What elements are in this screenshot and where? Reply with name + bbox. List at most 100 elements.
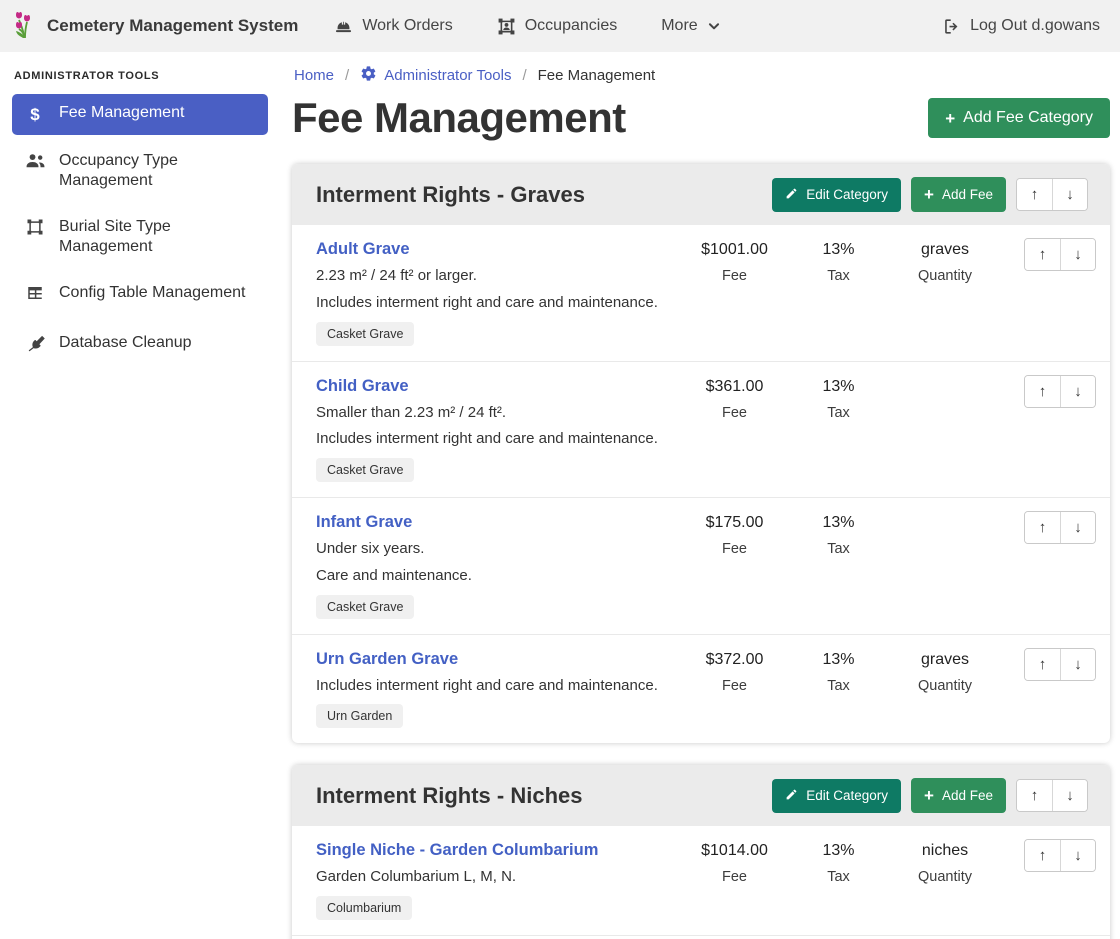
fee-type-tag: Columbarium (316, 896, 412, 920)
button-label: Edit Category (806, 788, 888, 803)
fee-descriptions: Under six years.Care and maintenance. (316, 540, 682, 586)
category-fees: Adult Grave 2.23 m² / 24 ft² or larger.I… (292, 225, 1110, 743)
move-category-down-button[interactable]: ↓ (1052, 179, 1087, 210)
sidebar-item-config-table[interactable]: Config Table Management (12, 274, 268, 317)
fee-description: Smaller than 2.23 m² / 24 ft². (316, 404, 682, 423)
fee-name-link[interactable]: Infant Grave (316, 513, 682, 532)
gear-icon (360, 65, 377, 86)
fee-quantity-column: niches Quantity (890, 839, 1000, 920)
fee-type-tag: Urn Garden (316, 704, 403, 728)
move-fee-down-button[interactable]: ↓ (1060, 649, 1095, 680)
plus-icon: + (924, 787, 934, 804)
sidebar-item-occupancy-type[interactable]: Occupancy Type Management (12, 142, 268, 201)
fee-row: Companion Niche - Garden Columbarium Gar… (292, 935, 1110, 939)
fee-quantity-value: graves (890, 651, 1000, 669)
move-fee-down-button[interactable]: ↓ (1060, 376, 1095, 407)
breadcrumb-home-link[interactable]: Home (294, 67, 334, 84)
main-content: Home / Administrator Tools / Fee Managem… (280, 52, 1120, 939)
fee-amount-label: Fee (682, 268, 787, 284)
sidebar-item-burial-site-type[interactable]: Burial Site Type Management (12, 208, 268, 267)
fee-amount-value: $372.00 (682, 651, 787, 669)
fee-reorder-controls: ↑ ↓ (1024, 648, 1096, 681)
fee-description: Includes interment right and care and ma… (316, 294, 682, 313)
broom-icon (24, 334, 46, 359)
category-header: Interment Rights - Niches Edit Category … (292, 765, 1110, 826)
fee-amount-value: $1014.00 (682, 842, 787, 860)
fee-amount-column: $175.00 Fee (682, 511, 787, 619)
logout-icon (942, 17, 961, 36)
fee-amount-label: Fee (682, 541, 787, 557)
button-label: Add Fee (942, 187, 993, 202)
fee-tax-label: Tax (787, 268, 890, 284)
move-fee-down-button[interactable]: ↓ (1060, 239, 1095, 270)
move-fee-up-button[interactable]: ↑ (1025, 512, 1060, 543)
fee-tax-value: 13% (787, 241, 890, 259)
fee-tax-value: 13% (787, 514, 890, 532)
fee-reorder-controls: ↑ ↓ (1024, 238, 1096, 271)
nav-label: Occupancies (525, 17, 618, 35)
move-category-up-button[interactable]: ↑ (1017, 179, 1052, 210)
edit-category-button[interactable]: Edit Category (772, 178, 901, 212)
add-fee-category-button[interactable]: + Add Fee Category (928, 98, 1110, 138)
fee-amount-label: Fee (682, 869, 787, 885)
add-fee-button[interactable]: + Add Fee (911, 778, 1006, 813)
sidebar-item-fee-management[interactable]: $ Fee Management (12, 94, 268, 135)
fee-amount-value: $175.00 (682, 514, 787, 532)
pencil-icon (785, 187, 798, 203)
breadcrumb-separator: / (522, 67, 526, 84)
fee-name-link[interactable]: Adult Grave (316, 240, 682, 259)
fee-amount-column: $1001.00 Fee (682, 238, 787, 346)
sidebar-item-label: Database Cleanup (59, 333, 192, 353)
app-title: Cemetery Management System (47, 16, 298, 36)
fee-type-tag: Casket Grave (316, 458, 414, 482)
fee-quantity-column: graves Quantity (890, 648, 1000, 729)
fee-category-card: Interment Rights - Niches Edit Category … (292, 765, 1110, 939)
fee-amount-value: $1001.00 (682, 241, 787, 259)
fee-tax-label: Tax (787, 678, 890, 694)
move-category-up-button[interactable]: ↑ (1017, 780, 1052, 811)
fee-tax-column: 13% Tax (787, 648, 890, 729)
plus-icon: + (945, 110, 955, 127)
move-fee-up-button[interactable]: ↑ (1025, 840, 1060, 871)
fee-descriptions: Includes interment right and care and ma… (316, 677, 682, 696)
nav-occupancies[interactable]: Occupancies (497, 17, 618, 36)
id-badge-icon (497, 17, 516, 36)
fee-tax-label: Tax (787, 541, 890, 557)
move-fee-up-button[interactable]: ↑ (1025, 649, 1060, 680)
category-reorder-controls: ↑ ↓ (1016, 178, 1088, 211)
edit-category-button[interactable]: Edit Category (772, 779, 901, 813)
fee-row: Child Grave Smaller than 2.23 m² / 24 ft… (292, 361, 1110, 498)
nav-more[interactable]: More (661, 17, 720, 35)
move-fee-up-button[interactable]: ↑ (1025, 376, 1060, 407)
fee-descriptions: Smaller than 2.23 m² / 24 ft². Includes i… (316, 404, 682, 450)
plus-icon: + (924, 186, 934, 203)
fee-row: Adult Grave 2.23 m² / 24 ft² or larger.I… (292, 225, 1110, 361)
vector-square-icon (24, 218, 46, 242)
fee-description: Includes interment right and care and ma… (316, 430, 682, 449)
sidebar-item-label: Config Table Management (59, 283, 246, 303)
fee-category-card: Interment Rights - Graves Edit Category … (292, 164, 1110, 743)
fee-row: Single Niche - Garden Columbarium Garden… (292, 826, 1110, 935)
breadcrumb-admin-tools-link[interactable]: Administrator Tools (360, 65, 511, 86)
tulip-logo-icon (12, 9, 38, 44)
add-fee-button[interactable]: + Add Fee (911, 177, 1006, 212)
move-fee-up-button[interactable]: ↑ (1025, 239, 1060, 270)
fee-quantity-column (890, 375, 1000, 483)
button-label: Edit Category (806, 187, 888, 202)
move-fee-down-button[interactable]: ↓ (1060, 512, 1095, 543)
nav-work-orders[interactable]: Work Orders (334, 17, 452, 36)
move-fee-down-button[interactable]: ↓ (1060, 840, 1095, 871)
fee-name-link[interactable]: Child Grave (316, 377, 682, 396)
fee-quantity-label: Quantity (890, 869, 1000, 885)
fee-name-link[interactable]: Urn Garden Grave (316, 650, 682, 669)
breadcrumb-current: Fee Management (538, 67, 656, 84)
sidebar-item-database-cleanup[interactable]: Database Cleanup (12, 324, 268, 368)
sidebar-heading: Administrator Tools (14, 70, 266, 82)
logout-button[interactable]: Log Out d.gowans (942, 17, 1100, 36)
fee-name-link[interactable]: Single Niche - Garden Columbarium (316, 841, 682, 860)
fee-amount-column: $1014.00 Fee (682, 839, 787, 920)
fee-quantity-label: Quantity (890, 678, 1000, 694)
app-brand[interactable]: Cemetery Management System (12, 9, 298, 44)
sidebar-item-label: Fee Management (59, 103, 184, 123)
move-category-down-button[interactable]: ↓ (1052, 780, 1087, 811)
